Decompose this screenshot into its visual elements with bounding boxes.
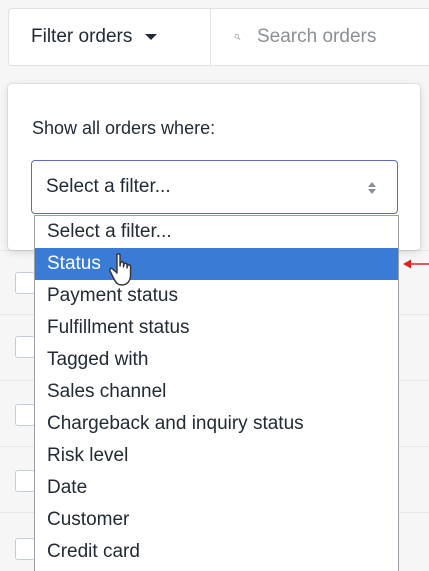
updown-icon — [368, 182, 376, 194]
option-credit-card[interactable]: Credit card — [35, 536, 398, 568]
option-fulfillment-status[interactable]: Fulfillment status — [35, 312, 398, 344]
order-toolbar: Filter orders — [8, 8, 429, 66]
row-checkbox[interactable] — [15, 470, 35, 492]
annotation-arrow-icon — [403, 259, 429, 269]
option-select-a-filter[interactable]: Select a filter... — [35, 216, 398, 248]
search-field[interactable] — [212, 9, 429, 65]
filter-orders-label: Filter orders — [31, 26, 133, 47]
search-icon — [234, 34, 241, 40]
option-chargeback-and-inquiry-status[interactable]: Chargeback and inquiry status — [35, 408, 398, 440]
filter-select-value: Select a filter... — [46, 176, 171, 197]
option-customer[interactable]: Customer — [35, 504, 398, 536]
option-risk-level[interactable]: Risk level — [35, 440, 398, 472]
filter-select[interactable]: Select a filter... — [31, 160, 398, 214]
popover-label: Show all orders where: — [32, 118, 216, 138]
filter-orders-button[interactable]: Filter orders — [9, 9, 211, 65]
option-status[interactable]: Status — [35, 248, 398, 280]
option-tagged-with[interactable]: Tagged with — [35, 344, 398, 376]
option-date[interactable]: Date — [35, 472, 398, 504]
row-checkbox[interactable] — [15, 404, 35, 426]
caret-down-icon — [145, 34, 158, 40]
filter-dropdown-list: Select a filter... Status Payment status… — [34, 215, 399, 571]
row-checkbox[interactable] — [15, 336, 35, 358]
option-payment-status[interactable]: Payment status — [35, 280, 398, 312]
row-checkbox[interactable] — [15, 538, 35, 560]
search-input[interactable] — [255, 25, 429, 49]
row-checkbox[interactable] — [15, 272, 35, 294]
option-sales-channel[interactable]: Sales channel — [35, 376, 398, 408]
pointer-cursor-icon — [109, 253, 132, 286]
